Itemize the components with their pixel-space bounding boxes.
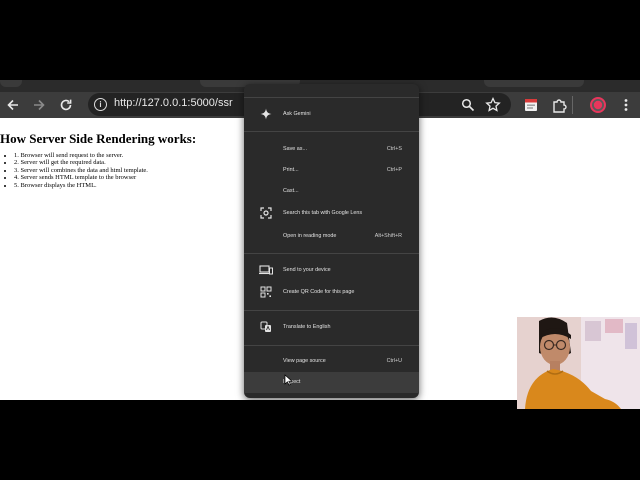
qr-code-icon bbox=[258, 286, 274, 299]
menu-item-translate[interactable]: Translate to English bbox=[244, 317, 419, 338]
menu-item-cast[interactable]: Cast... bbox=[244, 181, 419, 202]
menu-item-ask-gemini[interactable]: Ask Gemini bbox=[244, 104, 419, 125]
steps-list: 1. Browser will send request to the serv… bbox=[6, 152, 148, 189]
menu-separator bbox=[244, 310, 419, 311]
menu-item-label: Cast... bbox=[283, 188, 299, 194]
list-item: 5. Browser displays the HTML. bbox=[14, 182, 148, 189]
menu-item-label: Translate to English bbox=[283, 324, 331, 330]
forward-icon[interactable] bbox=[29, 95, 49, 115]
context-menu: Ask Gemini Save as... Ctrl+S Print... Ct… bbox=[244, 84, 419, 398]
url-text[interactable]: http://127.0.0.1:5000/ssr bbox=[114, 97, 233, 109]
menu-separator bbox=[244, 97, 419, 98]
extension-icon[interactable] bbox=[521, 95, 541, 115]
lens-icon bbox=[258, 207, 274, 220]
info-icon[interactable]: i bbox=[94, 98, 107, 111]
back-icon[interactable] bbox=[3, 95, 23, 115]
list-item: 4. Server sends HTML template to the bro… bbox=[14, 174, 148, 181]
sparkle-icon bbox=[258, 108, 274, 121]
menu-item-label: Search this tab with Google Lens bbox=[283, 210, 363, 216]
list-item: 1. Browser will send request to the serv… bbox=[14, 152, 148, 159]
translate-icon bbox=[258, 321, 274, 334]
menu-separator bbox=[244, 131, 419, 132]
webcam-overlay bbox=[517, 317, 640, 409]
puzzle-icon[interactable] bbox=[549, 95, 569, 115]
tab[interactable] bbox=[484, 80, 584, 87]
list-item: 3. Server will combines the data and htm… bbox=[14, 167, 148, 174]
kebab-menu-icon[interactable] bbox=[616, 95, 636, 115]
menu-item-save-as[interactable]: Save as... Ctrl+S bbox=[244, 139, 419, 160]
menu-item-send-to-device[interactable]: Send to your device bbox=[244, 260, 419, 281]
menu-item-shortcut: Alt+Shift+R bbox=[374, 233, 402, 239]
menu-item-shortcut: Ctrl+P bbox=[386, 167, 402, 173]
menu-item-label: Open in reading mode bbox=[283, 233, 337, 239]
list-item: 2. Server will get the required data. bbox=[14, 159, 148, 166]
menu-separator bbox=[244, 345, 419, 346]
menu-item-google-lens[interactable]: Search this tab with Google Lens bbox=[244, 203, 419, 224]
menu-item-print[interactable]: Print... Ctrl+P bbox=[244, 160, 419, 181]
menu-item-qr-code[interactable]: Create QR Code for this page bbox=[244, 282, 419, 303]
menu-item-label: Print... bbox=[283, 167, 299, 173]
menu-item-shortcut: Ctrl+S bbox=[386, 146, 402, 152]
reload-icon[interactable] bbox=[56, 95, 76, 115]
page-heading: How Server Side Rendering works: bbox=[0, 131, 197, 146]
menu-item-inspect[interactable]: Inspect bbox=[244, 372, 419, 393]
mouse-cursor-icon bbox=[284, 374, 293, 386]
zoom-icon[interactable] bbox=[458, 95, 478, 115]
menu-item-label: Ask Gemini bbox=[283, 111, 311, 117]
menu-item-label: View page source bbox=[283, 358, 326, 364]
screen: { "toolbar": { "url": "http://127.0.0.1:… bbox=[0, 0, 640, 480]
menu-item-label: Create QR Code for this page bbox=[283, 289, 355, 295]
devices-icon bbox=[258, 264, 274, 277]
profile-icon[interactable] bbox=[588, 95, 608, 115]
tab[interactable] bbox=[0, 80, 22, 87]
menu-separator bbox=[244, 253, 419, 254]
toolbar-divider bbox=[572, 96, 573, 114]
bookmark-star-icon[interactable] bbox=[483, 95, 503, 115]
presenter-image bbox=[517, 317, 640, 409]
menu-item-label: Save as... bbox=[283, 146, 307, 152]
menu-item-shortcut: Ctrl+U bbox=[386, 358, 402, 364]
menu-item-view-source[interactable]: View page source Ctrl+U bbox=[244, 351, 419, 372]
menu-item-label: Send to your device bbox=[283, 267, 331, 273]
menu-item-reading-mode[interactable]: Open in reading mode Alt+Shift+R bbox=[244, 226, 419, 247]
